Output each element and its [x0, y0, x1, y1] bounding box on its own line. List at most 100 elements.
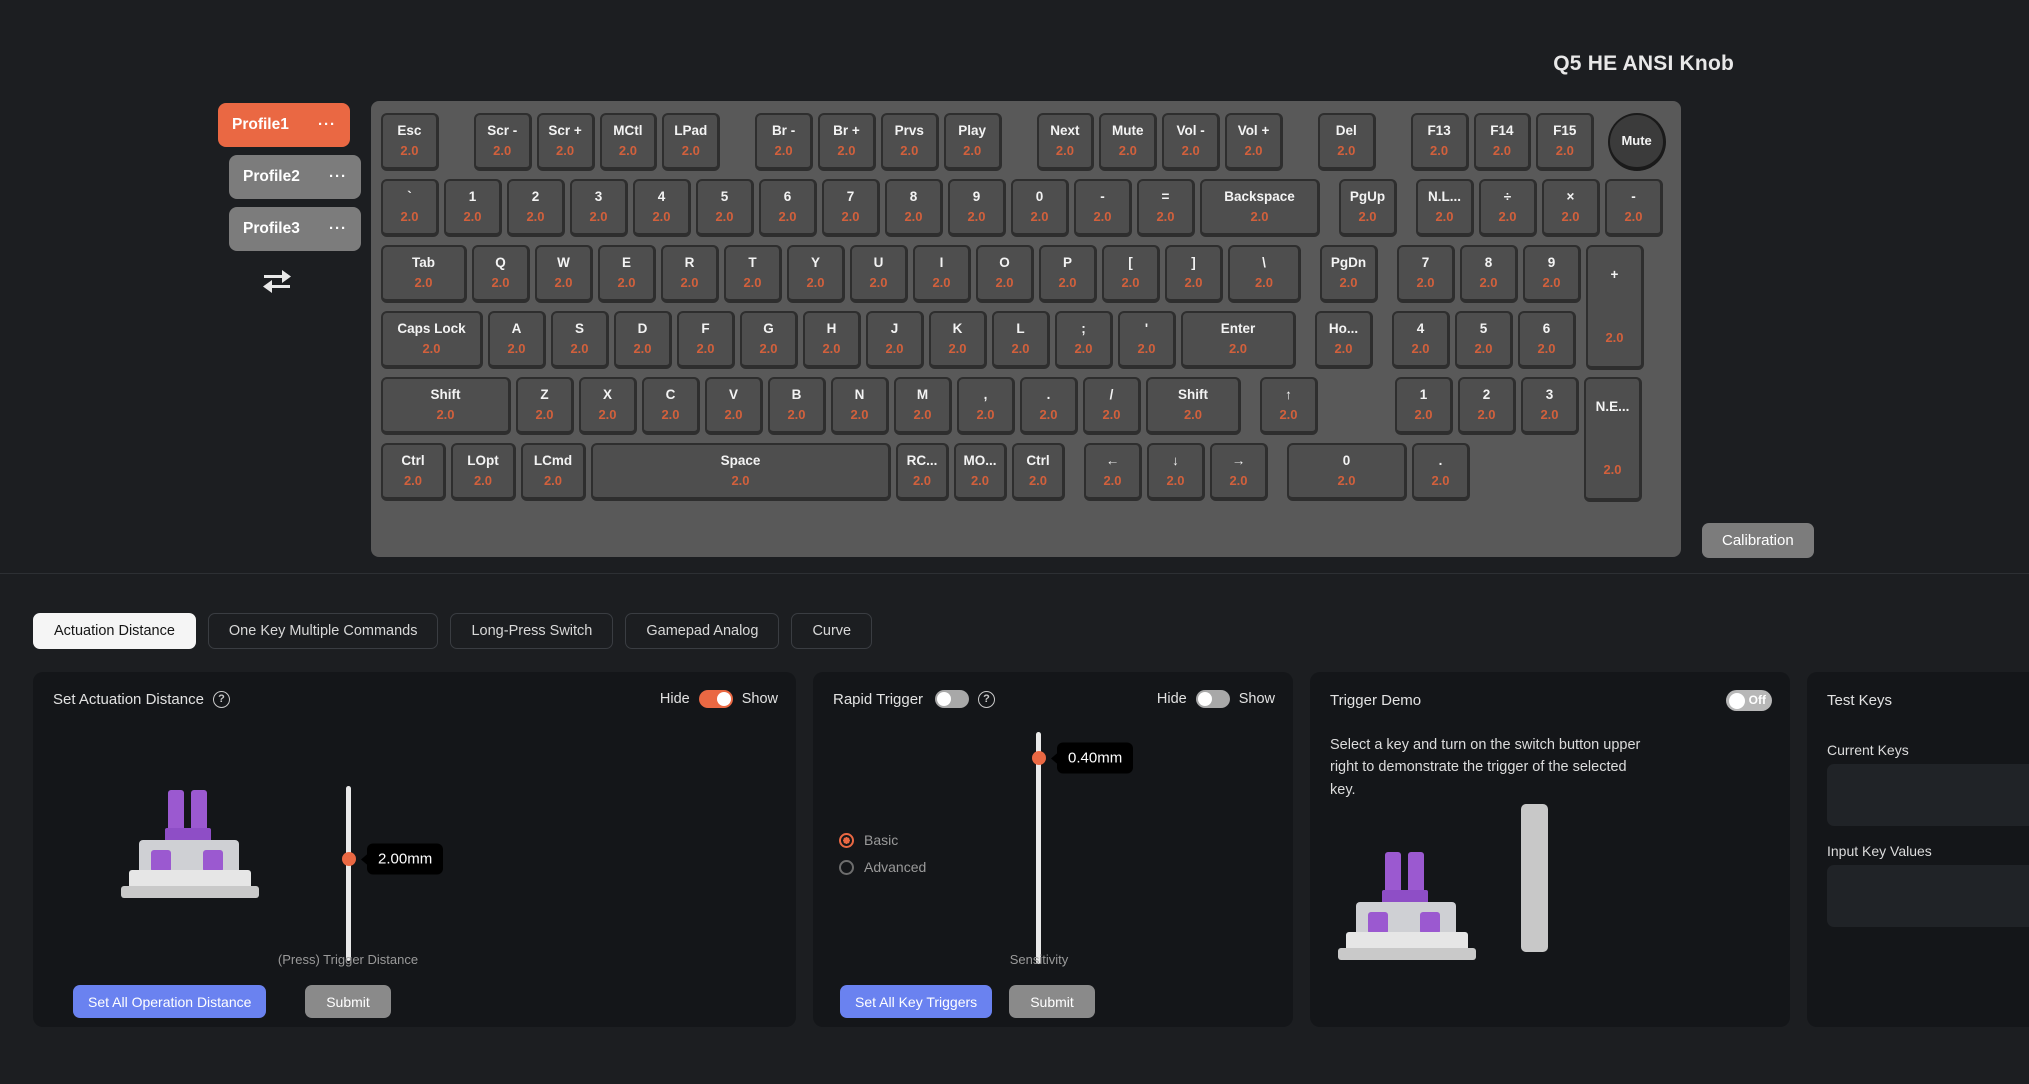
- keycap[interactable]: - 2.0: [1074, 179, 1132, 237]
- keycap[interactable]: Enter 2.0: [1181, 311, 1296, 369]
- keycap[interactable]: Prvs 2.0: [880, 113, 939, 171]
- keycap[interactable]: Vol + 2.0: [1225, 113, 1283, 171]
- actuation-submit-button[interactable]: Submit: [305, 985, 391, 1018]
- keycap[interactable]: O 2.0: [976, 245, 1034, 303]
- keycap[interactable]: ↓ 2.0: [1147, 443, 1205, 501]
- keycap[interactable]: V 2.0: [705, 377, 763, 435]
- rapid-trigger-enable-toggle[interactable]: [935, 690, 970, 708]
- keycap[interactable]: 3 2.0: [570, 179, 628, 237]
- tab-gamepad-analog[interactable]: Gamepad Analog: [625, 613, 780, 649]
- keycap[interactable]: Mute: [1608, 113, 1667, 171]
- keycap[interactable]: LPad 2.0: [662, 113, 721, 171]
- keycap[interactable]: LOpt 2.0: [451, 443, 516, 501]
- keycap[interactable]: +2.0: [1586, 245, 1644, 370]
- calibration-button[interactable]: Calibration: [1702, 523, 1814, 558]
- keycap[interactable]: L 2.0: [992, 311, 1050, 369]
- keycap[interactable]: G 2.0: [740, 311, 798, 369]
- keycap[interactable]: ↑ 2.0: [1260, 377, 1318, 435]
- keycap[interactable]: Vol - 2.0: [1162, 113, 1221, 171]
- keycap[interactable]: Play 2.0: [943, 113, 1002, 171]
- actuation-slider-track[interactable]: [341, 786, 356, 961]
- keycap[interactable]: . 2.0: [1020, 377, 1078, 435]
- keycap[interactable]: Scr + 2.0: [536, 113, 595, 171]
- keycap[interactable]: ' 2.0: [1118, 311, 1176, 369]
- keycap[interactable]: PgDn 2.0: [1320, 245, 1378, 303]
- keycap[interactable]: = 2.0: [1137, 179, 1195, 237]
- keycap[interactable]: E 2.0: [598, 245, 656, 303]
- keycap[interactable]: Y 2.0: [787, 245, 845, 303]
- mode-option-basic[interactable]: Basic: [839, 832, 926, 848]
- tab-actuation-distance[interactable]: Actuation Distance: [33, 613, 196, 649]
- input-key-values-field[interactable]: [1827, 865, 2029, 927]
- keycap[interactable]: X 2.0: [579, 377, 637, 435]
- keycap[interactable]: Shift 2.0: [381, 377, 511, 435]
- keycap[interactable]: F13 2.0: [1410, 113, 1469, 171]
- keycap[interactable]: Shift 2.0: [1146, 377, 1241, 435]
- keycap[interactable]: 8 2.0: [885, 179, 943, 237]
- keycap[interactable]: RC... 2.0: [896, 443, 949, 501]
- keycap[interactable]: , 2.0: [957, 377, 1015, 435]
- radio-basic[interactable]: [839, 832, 854, 848]
- keycap[interactable]: ` 2.0: [381, 179, 439, 237]
- keycap[interactable]: Backspace 2.0: [1200, 179, 1320, 237]
- trigger-demo-toggle[interactable]: Off: [1726, 690, 1772, 711]
- question-mark-icon[interactable]: ?: [212, 690, 230, 708]
- keycap[interactable]: Esc 2.0: [381, 113, 439, 171]
- keycap[interactable]: 5 2.0: [1455, 311, 1513, 369]
- set-all-operation-distance-button[interactable]: Set All Operation Distance: [73, 985, 267, 1018]
- hide-show-toggle[interactable]: [698, 690, 733, 708]
- tab-one-key-multiple-commands[interactable]: One Key Multiple Commands: [207, 613, 439, 649]
- profile-item-1[interactable]: Profile1 ···: [218, 103, 350, 147]
- mode-option-advanced[interactable]: Advanced: [839, 859, 926, 875]
- keycap[interactable]: T 2.0: [724, 245, 782, 303]
- keycap[interactable]: Del 2.0: [1317, 113, 1376, 171]
- rapid-trigger-submit-button[interactable]: Submit: [1009, 985, 1095, 1018]
- keycap[interactable]: 0 2.0: [1287, 443, 1407, 501]
- keycap[interactable]: Space 2.0: [591, 443, 891, 501]
- radio-advanced[interactable]: [839, 859, 854, 875]
- actuation-slider-thumb[interactable]: [341, 852, 356, 866]
- keycap[interactable]: N.E... 2.0: [1584, 377, 1642, 502]
- keycap[interactable]: Br - 2.0: [755, 113, 813, 171]
- keycap[interactable]: PgUp 2.0: [1339, 179, 1397, 237]
- keycap[interactable]: ← 2.0: [1084, 443, 1142, 501]
- keycap[interactable]: W 2.0: [535, 245, 593, 303]
- keycap[interactable]: ; 2.0: [1055, 311, 1113, 369]
- sensitivity-slider-track[interactable]: [1031, 732, 1046, 964]
- keycap[interactable]: C 2.0: [642, 377, 700, 435]
- keycap[interactable]: U 2.0: [850, 245, 908, 303]
- keycap[interactable]: MO... 2.0: [954, 443, 1007, 501]
- keycap[interactable]: Next 2.0: [1036, 113, 1095, 171]
- keycap[interactable]: 8 2.0: [1460, 245, 1518, 303]
- keycap[interactable]: B 2.0: [768, 377, 826, 435]
- keycap[interactable]: 9 2.0: [1523, 245, 1581, 303]
- keycap[interactable]: ÷ 2.0: [1479, 179, 1537, 237]
- keycap[interactable]: [2.0: [1102, 245, 1160, 303]
- keycap[interactable]: J 2.0: [866, 311, 924, 369]
- current-keys-field[interactable]: [1827, 764, 2029, 826]
- keycap[interactable]: → 2.0: [1210, 443, 1268, 501]
- keycap[interactable]: 9 2.0: [948, 179, 1006, 237]
- tab-curve[interactable]: Curve: [791, 613, 873, 649]
- keycap[interactable]: H 2.0: [803, 311, 861, 369]
- keycap[interactable]: LCmd 2.0: [521, 443, 586, 501]
- keycap[interactable]: Q 2.0: [472, 245, 530, 303]
- keycap[interactable]: 5 2.0: [696, 179, 754, 237]
- keycap[interactable]: I 2.0: [913, 245, 971, 303]
- keycap[interactable]: ] 2.0: [1165, 245, 1223, 303]
- keycap[interactable]: 7 2.0: [1397, 245, 1455, 303]
- keycap[interactable]: F 2.0: [677, 311, 735, 369]
- tab-long-press-switch[interactable]: Long-Press Switch: [450, 613, 614, 649]
- keycap[interactable]: 2 2.0: [507, 179, 565, 237]
- hide-show-toggle[interactable]: [1195, 690, 1230, 708]
- keycap[interactable]: Tab 2.0: [381, 245, 467, 303]
- keycap[interactable]: 4 2.0: [633, 179, 691, 237]
- keycap[interactable]: Caps Lock 2.0: [381, 311, 483, 369]
- keycap[interactable]: 2 2.0: [1458, 377, 1516, 435]
- keycap[interactable]: Z 2.0: [516, 377, 574, 435]
- profile-menu-icon[interactable]: ···: [329, 169, 347, 184]
- keycap[interactable]: M 2.0: [894, 377, 952, 435]
- keycap[interactable]: D 2.0: [614, 311, 672, 369]
- keycap[interactable]: Scr - 2.0: [473, 113, 532, 171]
- profile-item-2[interactable]: Profile2 ···: [229, 155, 361, 199]
